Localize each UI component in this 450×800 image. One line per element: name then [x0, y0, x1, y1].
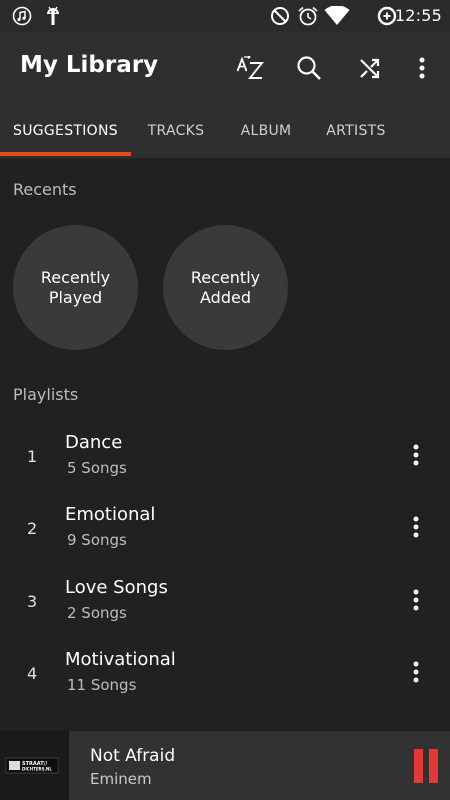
recents-label: Recents	[13, 180, 77, 199]
playlist-item-emotional[interactable]: 2 Emotional 9 Songs	[0, 493, 450, 565]
playlist-song-count: 9 Songs	[67, 531, 127, 549]
playlist-number: 3	[27, 592, 38, 611]
album-art: STRAAT// DICHTERS.NL	[0, 731, 69, 800]
android-debug-icon	[47, 6, 59, 25]
search-button[interactable]	[289, 48, 329, 88]
shuffle-button[interactable]	[350, 48, 390, 88]
pause-icon-bar	[429, 749, 438, 783]
playlist-song-count: 11 Songs	[67, 676, 137, 694]
now-playing-bar[interactable]: STRAAT// DICHTERS.NL Not Afraid Eminem	[0, 731, 450, 800]
recent-item-line2: Added	[200, 287, 251, 307]
playlist-name: Emotional	[65, 504, 156, 525]
playlist-item-love-songs[interactable]: 3 Love Songs 2 Songs	[0, 566, 450, 638]
sort-button[interactable]	[230, 48, 270, 88]
playlists-label: Playlists	[13, 385, 79, 404]
playlist-song-count: 5 Songs	[67, 459, 127, 477]
app-toolbar: My Library	[0, 32, 450, 104]
playlist-item-motivational[interactable]: 4 Motivational 11 Songs	[0, 638, 450, 710]
music-notification-icon	[12, 6, 32, 26]
tab-album[interactable]: ALBUM	[221, 104, 311, 158]
more-options-button[interactable]	[402, 48, 442, 88]
playlist-more-button[interactable]	[402, 580, 430, 620]
sort-az-icon	[236, 56, 264, 79]
recent-item-line2: Played	[48, 287, 103, 307]
playlist-name: Dance	[65, 432, 123, 453]
wifi-icon	[324, 6, 350, 25]
tab-suggestions[interactable]: SUGGESTIONS	[0, 104, 131, 158]
recent-item-line1: Recently	[40, 267, 111, 287]
do-not-disturb-icon	[271, 7, 289, 25]
status-bar: 12:55	[0, 0, 450, 32]
playlist-number: 2	[27, 519, 38, 538]
album-art-text-2: DICHTERS.NL	[22, 767, 52, 772]
playlist-number: 1	[27, 447, 38, 466]
more-vert-icon	[413, 444, 419, 466]
tab-indicator	[0, 152, 131, 156]
more-vert-icon	[413, 516, 419, 538]
playlist-name: Love Songs	[65, 577, 168, 598]
pause-icon	[414, 749, 423, 783]
status-time: 12:55	[394, 6, 442, 25]
playlist-more-button[interactable]	[402, 652, 430, 692]
search-icon	[297, 56, 321, 80]
alarm-icon	[298, 6, 318, 26]
recent-item-line1: Recently	[190, 267, 261, 287]
now-playing-artist: Eminem	[90, 770, 152, 788]
playlist-more-button[interactable]	[402, 507, 430, 547]
tab-bar: SUGGESTIONS TRACKS ALBUM ARTISTS	[0, 104, 450, 158]
playlist-item-dance[interactable]: 1 Dance 5 Songs	[0, 421, 450, 493]
shuffle-icon	[360, 58, 380, 79]
pause-button[interactable]	[410, 749, 438, 783]
recently-played-button[interactable]: Recently Played	[13, 225, 138, 350]
playlist-number: 4	[27, 664, 38, 683]
page-title: My Library	[20, 52, 159, 78]
playlist-name: Motivational	[65, 649, 176, 670]
more-vert-icon	[419, 57, 425, 79]
more-vert-icon	[413, 589, 419, 611]
playlist-more-button[interactable]	[402, 435, 430, 475]
now-playing-title: Not Afraid	[90, 746, 176, 766]
more-vert-icon	[413, 661, 419, 683]
playlist-song-count: 2 Songs	[67, 604, 127, 622]
album-art-image: STRAAT// DICHTERS.NL	[0, 731, 69, 800]
tab-tracks[interactable]: TRACKS	[131, 104, 221, 158]
tab-artists[interactable]: ARTISTS	[311, 104, 401, 158]
recently-added-button[interactable]: Recently Added	[163, 225, 288, 350]
